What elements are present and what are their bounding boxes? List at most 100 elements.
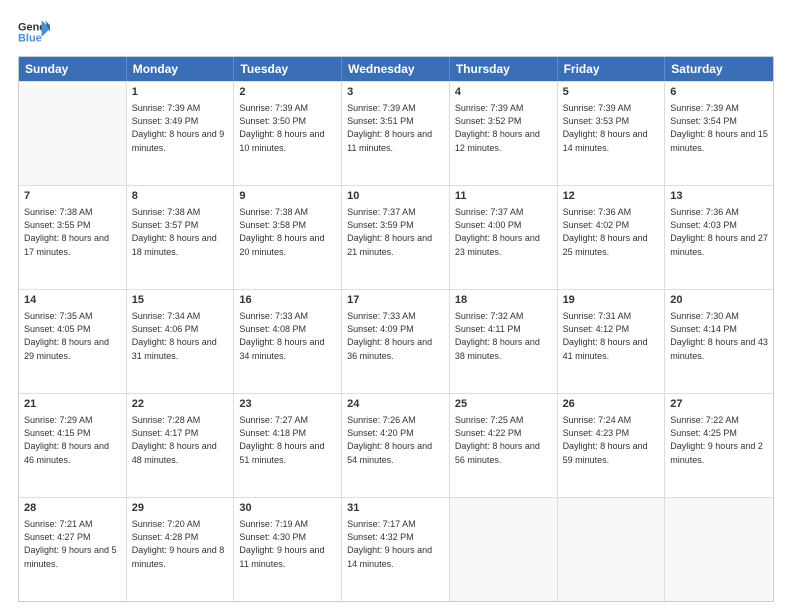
logo: General Blue [18,18,50,46]
calendar-cell: 7Sunrise: 7:38 AMSunset: 3:55 PMDaylight… [19,186,127,289]
day-number: 26 [563,397,660,412]
header-cell-saturday: Saturday [665,57,773,81]
day-number: 1 [132,85,229,100]
header-cell-sunday: Sunday [19,57,127,81]
day-info: Sunrise: 7:39 AMSunset: 3:54 PMDaylight:… [670,102,768,154]
calendar-cell: 12 Sunrise: 7:36 AMSunset: 4:02 PMDayligh… [558,186,666,289]
day-number: 7 [24,189,121,204]
calendar-cell: 16Sunrise: 7:33 AMSunset: 4:08 PMDayligh… [234,290,342,393]
calendar-week-4: 21 Sunrise: 7:29 AMSunset: 4:15 PMDayligh… [19,393,773,497]
day-number: 23 [239,397,336,412]
day-number: 10 [347,189,444,204]
day-number: 3 [347,85,444,100]
header-cell-wednesday: Wednesday [342,57,450,81]
day-info: Sunrise: 7:24 AMSunset: 4:23 PMDaylight:… [563,414,660,466]
day-info: Sunrise: 7:39 AMSunset: 3:49 PMDaylight:… [132,102,229,154]
calendar-cell: 21 Sunrise: 7:29 AMSunset: 4:15 PMDayligh… [19,394,127,497]
calendar-cell: 8Sunrise: 7:38 AMSunset: 3:57 PMDaylight… [127,186,235,289]
day-info: Sunrise: 7:27 AMSunset: 4:18 PMDaylight:… [239,414,336,466]
day-number: 19 [563,293,660,308]
day-info: Sunrise: 7:28 AMSunset: 4:17 PMDaylight:… [132,414,229,466]
calendar-cell: 22 Sunrise: 7:28 AMSunset: 4:17 PMDayligh… [127,394,235,497]
day-info: Sunrise: 7:21 AMSunset: 4:27 PMDaylight:… [24,518,121,570]
day-number: 25 [455,397,552,412]
calendar-cell: 4 Sunrise: 7:39 AMSunset: 3:52 PMDaylight… [450,82,558,185]
day-info: Sunrise: 7:33 AMSunset: 4:09 PMDaylight:… [347,310,444,362]
day-number: 15 [132,293,229,308]
day-info: Sunrise: 7:22 AMSunset: 4:25 PMDaylight:… [670,414,768,466]
header-cell-monday: Monday [127,57,235,81]
day-number: 13 [670,189,768,204]
svg-text:Blue: Blue [18,32,42,44]
calendar-cell: 11 Sunrise: 7:37 AMSunset: 4:00 PMDayligh… [450,186,558,289]
day-info: Sunrise: 7:26 AMSunset: 4:20 PMDaylight:… [347,414,444,466]
day-number: 22 [132,397,229,412]
calendar-week-5: 28 Sunrise: 7:21 AMSunset: 4:27 PMDayligh… [19,497,773,601]
page-header: General Blue [18,18,774,46]
day-info: Sunrise: 7:20 AMSunset: 4:28 PMDaylight:… [132,518,229,570]
day-info: Sunrise: 7:30 AMSunset: 4:14 PMDaylight:… [670,310,768,362]
day-info: Sunrise: 7:39 AMSunset: 3:50 PMDaylight:… [239,102,336,154]
day-info: Sunrise: 7:19 AMSunset: 4:30 PMDaylight:… [239,518,336,570]
day-info: Sunrise: 7:17 AMSunset: 4:32 PMDaylight:… [347,518,444,570]
day-number: 12 [563,189,660,204]
day-number: 17 [347,293,444,308]
calendar-cell: 19Sunrise: 7:31 AMSunset: 4:12 PMDayligh… [558,290,666,393]
calendar-cell: 29 Sunrise: 7:20 AMSunset: 4:28 PMDayligh… [127,498,235,601]
calendar-cell: 13 Sunrise: 7:36 AMSunset: 4:03 PMDayligh… [665,186,773,289]
calendar-body: 1 Sunrise: 7:39 AMSunset: 3:49 PMDaylight… [19,81,773,601]
header-cell-friday: Friday [558,57,666,81]
calendar-cell: 1 Sunrise: 7:39 AMSunset: 3:49 PMDaylight… [127,82,235,185]
calendar-cell: 24 Sunrise: 7:26 AMSunset: 4:20 PMDayligh… [342,394,450,497]
day-number: 9 [239,189,336,204]
calendar-cell: 30 Sunrise: 7:19 AMSunset: 4:30 PMDayligh… [234,498,342,601]
day-number: 8 [132,189,229,204]
day-info: Sunrise: 7:37 AMSunset: 3:59 PMDaylight:… [347,206,444,258]
day-info: Sunrise: 7:36 AMSunset: 4:02 PMDaylight:… [563,206,660,258]
logo-icon: General Blue [18,18,50,46]
calendar-cell [665,498,773,601]
day-number: 29 [132,501,229,516]
calendar-cell: 27 Sunrise: 7:22 AMSunset: 4:25 PMDayligh… [665,394,773,497]
day-info: Sunrise: 7:36 AMSunset: 4:03 PMDaylight:… [670,206,768,258]
calendar-cell: 2 Sunrise: 7:39 AMSunset: 3:50 PMDaylight… [234,82,342,185]
calendar-cell [558,498,666,601]
calendar-cell: 14Sunrise: 7:35 AMSunset: 4:05 PMDayligh… [19,290,127,393]
day-number: 11 [455,189,552,204]
calendar-cell: 3 Sunrise: 7:39 AMSunset: 3:51 PMDaylight… [342,82,450,185]
calendar-cell: 15 Sunrise: 7:34 AMSunset: 4:06 PMDayligh… [127,290,235,393]
calendar-cell: 9 Sunrise: 7:38 AMSunset: 3:58 PMDaylight… [234,186,342,289]
day-number: 4 [455,85,552,100]
header-cell-tuesday: Tuesday [234,57,342,81]
calendar-cell: 31 Sunrise: 7:17 AMSunset: 4:32 PMDayligh… [342,498,450,601]
calendar-cell [450,498,558,601]
day-number: 24 [347,397,444,412]
day-number: 20 [670,293,768,308]
day-info: Sunrise: 7:39 AMSunset: 3:51 PMDaylight:… [347,102,444,154]
calendar-week-3: 14Sunrise: 7:35 AMSunset: 4:05 PMDayligh… [19,289,773,393]
day-info: Sunrise: 7:34 AMSunset: 4:06 PMDaylight:… [132,310,229,362]
day-number: 2 [239,85,336,100]
day-info: Sunrise: 7:29 AMSunset: 4:15 PMDaylight:… [24,414,121,466]
day-info: Sunrise: 7:32 AMSunset: 4:11 PMDaylight:… [455,310,552,362]
day-info: Sunrise: 7:38 AMSunset: 3:58 PMDaylight:… [239,206,336,258]
day-number: 27 [670,397,768,412]
day-number: 21 [24,397,121,412]
day-number: 30 [239,501,336,516]
day-number: 5 [563,85,660,100]
day-info: Sunrise: 7:37 AMSunset: 4:00 PMDaylight:… [455,206,552,258]
calendar-cell: 5Sunrise: 7:39 AMSunset: 3:53 PMDaylight… [558,82,666,185]
calendar-header-row: SundayMondayTuesdayWednesdayThursdayFrid… [19,57,773,81]
day-number: 28 [24,501,121,516]
calendar-cell: 17 Sunrise: 7:33 AMSunset: 4:09 PMDayligh… [342,290,450,393]
calendar-week-1: 1 Sunrise: 7:39 AMSunset: 3:49 PMDaylight… [19,81,773,185]
day-number: 31 [347,501,444,516]
calendar-cell: 10 Sunrise: 7:37 AMSunset: 3:59 PMDayligh… [342,186,450,289]
calendar-week-2: 7Sunrise: 7:38 AMSunset: 3:55 PMDaylight… [19,185,773,289]
calendar-cell: 25Sunrise: 7:25 AMSunset: 4:22 PMDayligh… [450,394,558,497]
day-number: 6 [670,85,768,100]
day-info: Sunrise: 7:39 AMSunset: 3:52 PMDaylight:… [455,102,552,154]
calendar-cell: 28 Sunrise: 7:21 AMSunset: 4:27 PMDayligh… [19,498,127,601]
calendar-cell [19,82,127,185]
day-number: 16 [239,293,336,308]
